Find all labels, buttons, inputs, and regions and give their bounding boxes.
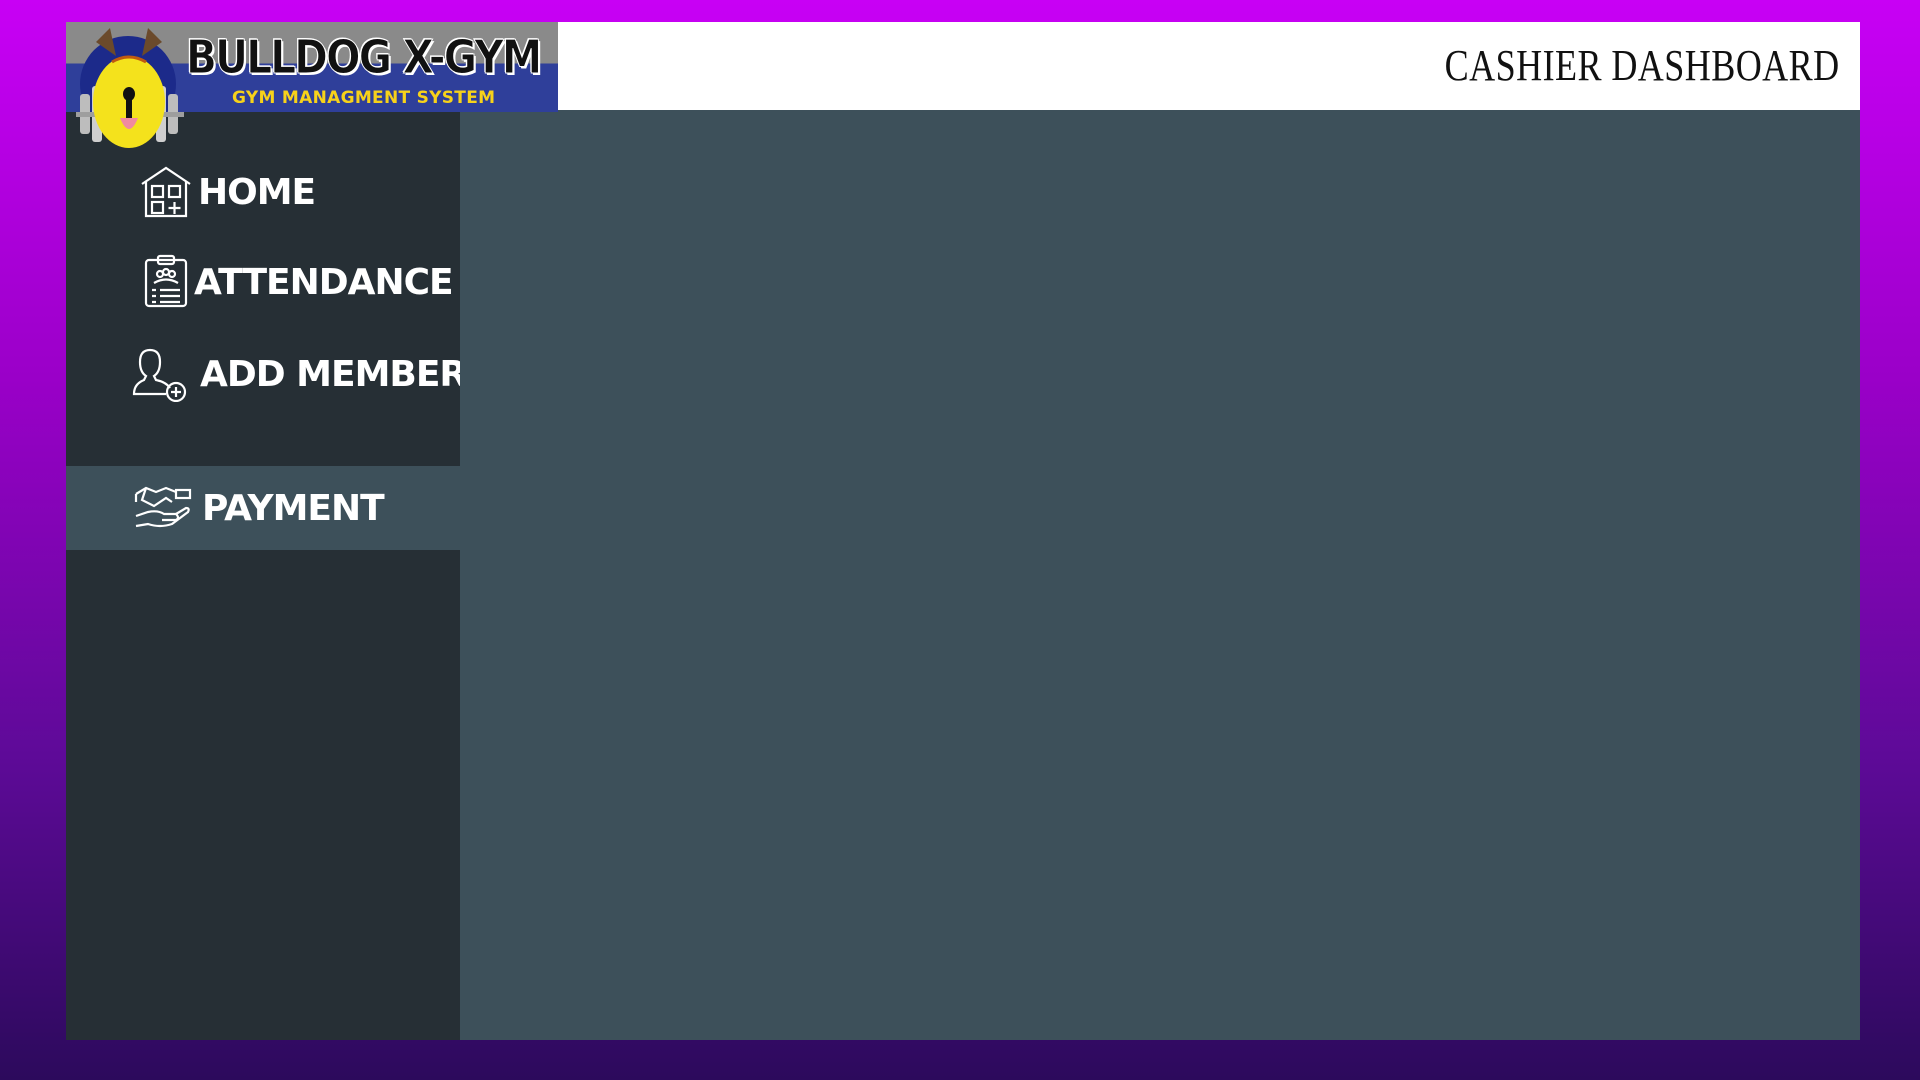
- logo-title: BULLDOG X-GYM: [186, 30, 543, 85]
- home-icon: [141, 166, 191, 218]
- clipboard-icon: [144, 254, 188, 308]
- main-content-area: [460, 110, 1860, 1040]
- sidebar: HOME ATTENDANCE ADD MEMBER PAYMENT: [66, 110, 467, 1040]
- app-window: CASHIER DASHBOARD BULLDOG X-GYM GYM MANA…: [66, 22, 1860, 1040]
- sidebar-item-attendance[interactable]: ATTENDANCE: [66, 240, 460, 324]
- sidebar-item-add-member[interactable]: ADD MEMBER: [66, 332, 467, 416]
- sidebar-item-label: PAYMENT: [202, 487, 385, 529]
- app-logo: BULLDOG X-GYM GYM MANAGMENT SYSTEM: [66, 22, 558, 148]
- sidebar-item-label: ADD MEMBER: [200, 353, 467, 395]
- bulldog-mascot-icon: [76, 28, 184, 148]
- logo-subtitle: GYM MANAGMENT SYSTEM: [232, 88, 496, 108]
- page-title: CASHIER DASHBOARD: [1445, 41, 1840, 90]
- handshake-icon: [134, 486, 192, 528]
- sidebar-item-home[interactable]: HOME: [66, 150, 460, 234]
- sidebar-item-label: ATTENDANCE: [194, 261, 454, 303]
- sidebar-item-label: HOME: [198, 171, 316, 213]
- add-user-icon: [132, 348, 187, 402]
- sidebar-item-payment[interactable]: PAYMENT: [66, 466, 460, 550]
